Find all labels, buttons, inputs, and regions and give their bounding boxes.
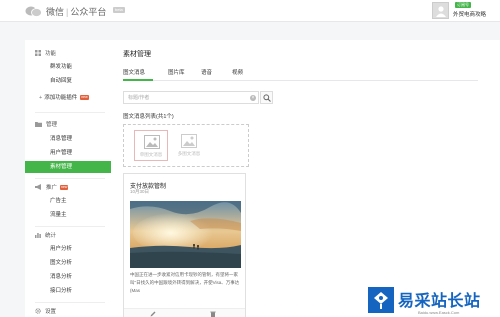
add-plugin-button[interactable]: + 添加功能插件 new [25, 92, 111, 104]
divider [35, 302, 105, 303]
main-panel: 素材管理 图文消息 图片库 语音 视频 × 图文消息列表(共1个) 单图文消息 … [111, 40, 500, 317]
sidebar-item-user-analysis[interactable]: 用户分析 [25, 243, 111, 255]
sidebar-section-promotion: 推广 new [35, 183, 69, 191]
account-name[interactable]: 外贸电商攻略 [453, 10, 486, 18]
create-area: 单图文消息 多图文消息 [123, 124, 249, 167]
sidebar-item-materials[interactable]: 素材管理 [25, 161, 111, 173]
page-title: 素材管理 [123, 51, 151, 58]
clear-icon[interactable]: × [250, 95, 256, 101]
add-plugin-label: 添加功能插件 [44, 95, 78, 101]
section-title: 设置 [45, 309, 57, 315]
search-icon [263, 94, 271, 102]
sidebar-item-api-analysis[interactable]: 接口分析 [25, 285, 111, 297]
grid-icon [35, 50, 41, 56]
brand-name: 微信 [46, 7, 65, 17]
section-title: 管理 [46, 122, 58, 128]
sidebar-item-mass-send[interactable]: 群发功能 [25, 61, 111, 73]
search-input[interactable] [124, 92, 244, 103]
watermark: 易采站长站 Baidu.www.Easck.Com [363, 285, 500, 317]
gear-icon [35, 308, 41, 314]
sidebar-section-stats: 统计 [35, 231, 56, 239]
article-cover-image [130, 201, 241, 268]
watermark-logo-icon [368, 287, 394, 313]
divider [35, 226, 105, 227]
tab-images[interactable]: 图片库 [168, 67, 185, 81]
top-bar: 微信 | 公众平台 beta 订阅号 外贸电商攻略 [0, 0, 500, 22]
sidebar-section-manage: 管理 [35, 120, 57, 128]
folder-icon [35, 122, 42, 127]
sidebar-section-settings[interactable]: 设置 [35, 307, 56, 315]
section-title: 统计 [45, 233, 57, 239]
sidebar-section-features: 功能 [35, 49, 56, 57]
section-title: 推广 [46, 185, 58, 191]
article-actions [124, 308, 245, 317]
create-single-article-button[interactable]: 单图文消息 [134, 130, 168, 161]
sidebar-item-messages[interactable]: 消息管理 [25, 133, 111, 145]
megaphone-icon [35, 184, 41, 190]
sidebar-item-message-analysis[interactable]: 消息分析 [25, 271, 111, 283]
brand[interactable]: 微信 | 公众平台 [46, 5, 106, 18]
watermark-subtext: Baidu.www.Easck.Com [418, 310, 460, 315]
tab-voice[interactable]: 语音 [201, 67, 212, 81]
brand-separator: | [66, 7, 69, 17]
tab-video[interactable]: 视频 [232, 67, 243, 81]
divider [35, 112, 105, 113]
section-title: 功能 [45, 51, 57, 57]
avatar[interactable] [432, 2, 449, 19]
search-box: × [123, 91, 259, 104]
watermark-text: 易采站长站 [398, 291, 481, 310]
account-type-badge: 订阅号 [455, 2, 471, 8]
wechat-logo-icon [25, 6, 42, 17]
tab-bar: 图文消息 图片库 语音 视频 [123, 67, 478, 81]
brand-tag: beta [113, 7, 125, 13]
tab-articles[interactable]: 图文消息 [123, 67, 153, 81]
search-button[interactable] [260, 91, 273, 104]
user-icon [436, 6, 446, 17]
create-multi-article-button[interactable]: 多图文消息 [172, 130, 206, 161]
sidebar-item-article-analysis[interactable]: 图文分析 [25, 257, 111, 269]
sidebar-item-advertiser[interactable]: 广告主 [25, 195, 111, 207]
new-badge: new [60, 184, 69, 190]
sidebar-item-auto-reply[interactable]: 自动回复 [25, 75, 111, 87]
product-name: 公众平台 [70, 7, 107, 17]
edit-icon[interactable] [150, 311, 156, 317]
sidebar-item-publisher[interactable]: 流量主 [25, 209, 111, 221]
sidebar: 功能 群发功能 自动回复 + 添加功能插件 new 管理 消息管理 用户管理 素材管… [25, 40, 111, 317]
create-single-label: 单图文消息 [139, 152, 163, 157]
create-multi-label: 多图文消息 [177, 151, 201, 156]
new-badge: new [80, 95, 89, 100]
delete-icon[interactable] [210, 311, 216, 317]
plus-icon: + [39, 95, 43, 101]
divider [35, 178, 105, 179]
article-card[interactable]: 支付放款管制 10月30日 中国正在进一步收紧对信用卡现钞的管制，有望将一家叫"… [123, 173, 246, 317]
article-summary: 中国正在进一步收紧对信用卡现钞的管制，有望将一家叫"日找久的中国跟境外转得到解决… [130, 272, 240, 293]
chart-icon [35, 233, 41, 238]
image-icon [144, 135, 160, 149]
article-date: 10月30日 [130, 189, 150, 194]
sidebar-item-users[interactable]: 用户管理 [25, 147, 111, 159]
multi-image-icon [181, 134, 197, 148]
list-header: 图文消息列表(共1个) [123, 114, 174, 120]
